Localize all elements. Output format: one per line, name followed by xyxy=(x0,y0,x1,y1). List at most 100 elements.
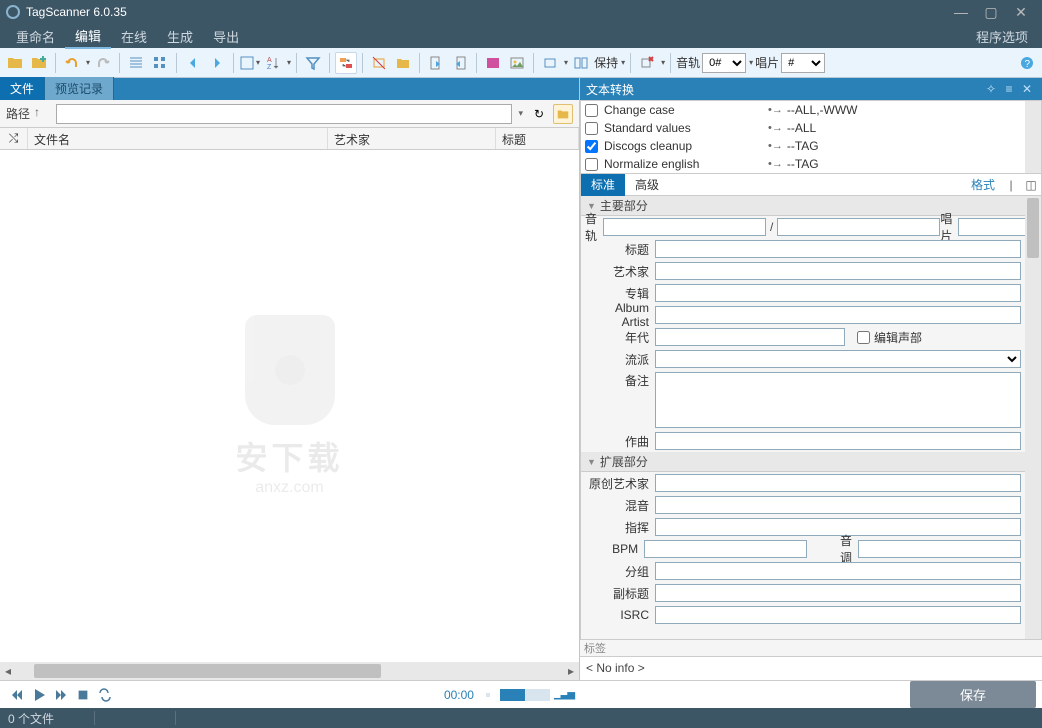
track-extra-dropdown[interactable]: ▾ xyxy=(748,52,753,74)
transforms-vscroll[interactable] xyxy=(1025,101,1041,173)
play-button[interactable] xyxy=(28,684,50,706)
input-title[interactable] xyxy=(655,240,1021,258)
stop-button[interactable] xyxy=(72,684,94,706)
track-combo[interactable]: 0# xyxy=(702,53,746,73)
input-subtitle[interactable] xyxy=(655,584,1021,602)
menu-generate[interactable]: 生成 xyxy=(157,25,203,48)
column-layout-icon[interactable] xyxy=(570,52,592,74)
editor-vscroll[interactable] xyxy=(1025,196,1041,639)
editor-layout-icon[interactable]: ◫ xyxy=(1021,178,1041,192)
path-dropdown-icon[interactable]: ▾ xyxy=(518,108,523,119)
transform-check[interactable] xyxy=(585,140,598,153)
sort-az-icon[interactable]: AZ xyxy=(262,52,284,74)
path-input[interactable] xyxy=(56,104,512,124)
next-button[interactable] xyxy=(50,684,72,706)
label-edit-voice: 编辑声部 xyxy=(874,329,922,346)
keep-dropdown[interactable]: ▾ xyxy=(620,52,625,74)
input-group[interactable] xyxy=(655,562,1021,580)
clear-tag-icon[interactable] xyxy=(368,52,390,74)
input-album-artist[interactable] xyxy=(655,306,1021,324)
sort-dropdown[interactable]: ▾ xyxy=(286,52,291,74)
menu-rename[interactable]: 重命名 xyxy=(6,25,65,48)
transform-check[interactable] xyxy=(585,104,598,117)
open-folder-icon[interactable] xyxy=(4,52,26,74)
input-bpm[interactable] xyxy=(644,540,807,558)
minimize-button[interactable]: — xyxy=(946,4,976,20)
undo-dropdown[interactable]: ▾ xyxy=(85,52,90,74)
close-button[interactable]: ✕ xyxy=(1006,4,1036,21)
col-filename[interactable]: 文件名 xyxy=(28,128,328,149)
browse-folder-icon[interactable] xyxy=(553,104,573,124)
tab-preview[interactable]: 预览记录 xyxy=(45,77,114,100)
up-folder-icon[interactable]: ↑ xyxy=(34,105,52,123)
replace-icon[interactable] xyxy=(335,52,357,74)
menu-export[interactable]: 导出 xyxy=(203,25,249,48)
delete-dropdown[interactable]: ▾ xyxy=(660,52,665,74)
save-button[interactable]: 保存 xyxy=(910,681,1036,708)
input-key[interactable] xyxy=(858,540,1021,558)
format-link[interactable]: 格式 xyxy=(965,176,1001,193)
grid-view-icon[interactable] xyxy=(149,52,171,74)
input-composer[interactable] xyxy=(655,432,1021,450)
section-ext[interactable]: ▼扩展部分 xyxy=(581,452,1025,472)
tab-standard[interactable]: 标准 xyxy=(581,173,625,196)
delete-tag-icon[interactable] xyxy=(636,52,658,74)
status-file-count: 0 个文件 xyxy=(8,710,54,727)
help-icon[interactable]: ? xyxy=(1016,52,1038,74)
prev-button[interactable] xyxy=(6,684,28,706)
select-genre[interactable] xyxy=(655,350,1021,368)
col-artist[interactable]: 艺术家 xyxy=(328,128,496,149)
check-edit-voice[interactable] xyxy=(857,331,870,344)
folder-tag-icon[interactable] xyxy=(392,52,414,74)
maximize-button[interactable]: ▢ xyxy=(976,4,1006,21)
text-icon[interactable] xyxy=(482,52,504,74)
tab-file[interactable]: 文件 xyxy=(0,77,45,100)
menu-transform-icon[interactable]: ≡ xyxy=(1000,82,1018,96)
refresh-icon[interactable]: ↻ xyxy=(529,104,549,124)
select-dropdown[interactable]: ▾ xyxy=(239,52,260,74)
redo-icon[interactable] xyxy=(92,52,114,74)
file-list[interactable]: 安下载 anxz.com xyxy=(0,150,579,662)
add-transform-icon[interactable]: ✧ xyxy=(982,82,1000,96)
arrow-right-icon[interactable] xyxy=(206,52,228,74)
title-bar: TagScanner 6.0.35 — ▢ ✕ xyxy=(0,0,1042,24)
transform-check[interactable] xyxy=(585,122,598,135)
col-shuffle[interactable]: ⤭ xyxy=(0,128,28,149)
paste-from-icon[interactable] xyxy=(425,52,447,74)
hscrollbar[interactable]: ◂▸ xyxy=(0,662,579,680)
section-main[interactable]: ▼主要部分 xyxy=(581,196,1025,216)
list-view-icon[interactable] xyxy=(125,52,147,74)
add-folder-icon[interactable] xyxy=(28,52,50,74)
input-album[interactable] xyxy=(655,284,1021,302)
paste-to-icon[interactable] xyxy=(449,52,471,74)
album-combo[interactable]: # xyxy=(781,53,825,73)
input-comment[interactable] xyxy=(655,372,1021,428)
input-isrc[interactable] xyxy=(655,606,1021,624)
input-artist[interactable] xyxy=(655,262,1021,280)
image-icon[interactable] xyxy=(506,52,528,74)
progress-bar[interactable] xyxy=(486,693,490,697)
transform-check[interactable] xyxy=(585,158,598,171)
volume-slider[interactable] xyxy=(500,689,550,701)
menu-edit[interactable]: 编辑 xyxy=(65,24,111,49)
filter-icon[interactable] xyxy=(302,52,324,74)
menu-options[interactable]: 程序选项 xyxy=(968,25,1036,48)
input-remix[interactable] xyxy=(655,496,1021,514)
label-year: 年代 xyxy=(585,329,655,346)
close-transform-icon[interactable]: ✕ xyxy=(1018,82,1036,96)
col-title[interactable]: 标题 xyxy=(496,128,579,149)
input-orig-artist[interactable] xyxy=(655,474,1021,492)
repeat-button[interactable] xyxy=(94,684,116,706)
input-track-total[interactable] xyxy=(777,218,940,236)
undo-icon[interactable] xyxy=(61,52,83,74)
tab-advanced[interactable]: 高级 xyxy=(625,173,669,196)
tag-dropdown[interactable]: ▾ xyxy=(563,52,568,74)
menu-online[interactable]: 在线 xyxy=(111,25,157,48)
arrow-left-icon[interactable] xyxy=(182,52,204,74)
tag-dropdown-icon[interactable] xyxy=(539,52,561,74)
input-track[interactable] xyxy=(603,218,766,236)
editor-sep-icon: | xyxy=(1001,178,1021,192)
transforms-list[interactable]: Change case•→--ALL,-WWW Standard values•… xyxy=(580,100,1042,174)
label-orig-artist: 原创艺术家 xyxy=(585,475,655,492)
input-year[interactable] xyxy=(655,328,845,346)
